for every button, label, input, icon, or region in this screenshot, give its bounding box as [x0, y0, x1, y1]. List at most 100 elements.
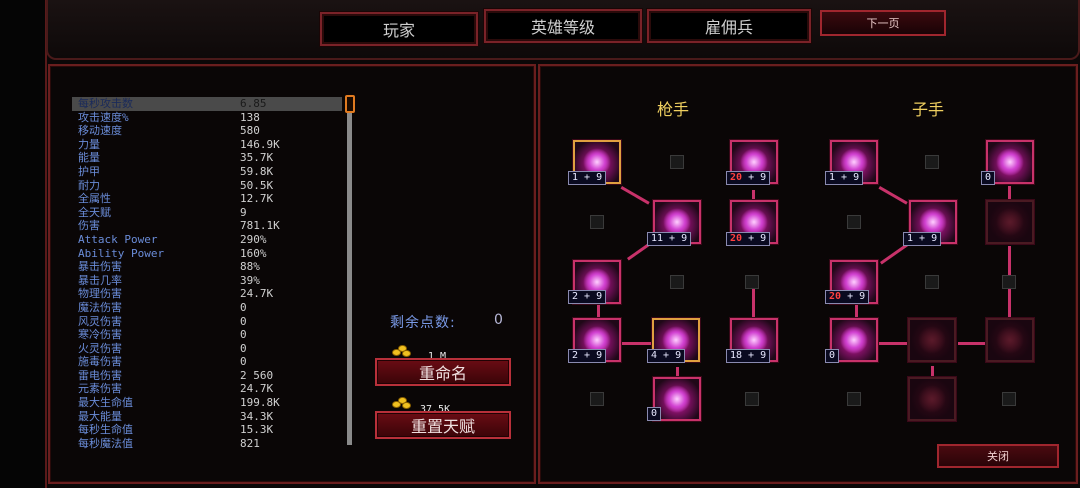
- stat-row[interactable]: 风灵伤害 0: [72, 315, 342, 329]
- empty-talent-slot: [847, 215, 861, 229]
- empty-talent-slot: [590, 215, 604, 229]
- stat-row[interactable]: 暴击伤害 88%: [72, 260, 342, 274]
- reset-talents-button[interactable]: 重置天赋: [375, 411, 511, 439]
- bullet-tree-title: 子手: [912, 100, 945, 119]
- stat-name: 暴击几率: [78, 273, 122, 287]
- stat-value: 290%: [240, 232, 267, 246]
- stat-row[interactable]: 全天赋 9: [72, 206, 342, 220]
- stat-row[interactable]: 力量 146.9K: [72, 138, 342, 152]
- talent-level-badge: 20 + 9: [726, 232, 771, 246]
- stat-value: 2 560: [240, 368, 274, 382]
- stat-value: 39%: [240, 273, 260, 287]
- next-page-button[interactable]: 下一页: [820, 10, 946, 36]
- stat-row[interactable]: 最大能量 34.3K: [72, 410, 342, 424]
- empty-talent-slot: [745, 275, 759, 289]
- stat-row[interactable]: 每秒攻击数 6.85: [72, 97, 342, 111]
- stat-row[interactable]: 元素伤害 24.7K: [72, 382, 342, 396]
- talent-node-locked[interactable]: [908, 377, 956, 421]
- talent-level-badge: 1 + 9: [903, 232, 942, 246]
- stat-name: 风灵伤害: [78, 314, 122, 328]
- stat-value: 9: [240, 205, 247, 219]
- empty-talent-slot: [925, 155, 939, 169]
- stat-value: 199.8K: [240, 396, 280, 410]
- remaining-points-label: 剩余点数:: [390, 315, 456, 331]
- tab-hero-level[interactable]: 英雄等级: [484, 9, 642, 43]
- stat-name: 暴击伤害: [78, 260, 122, 274]
- stat-name: 力量: [78, 137, 100, 151]
- stat-value: 35.7K: [240, 151, 274, 165]
- stat-row[interactable]: 护甲 59.8K: [72, 165, 342, 179]
- stat-value: 0: [240, 314, 247, 328]
- talent-level-badge: 2 + 9: [568, 349, 607, 363]
- stat-value: 24.7K: [240, 287, 274, 301]
- stat-value: 0: [240, 328, 247, 342]
- stat-value: 50.5K: [240, 178, 274, 192]
- stat-row[interactable]: 每秒生命值 15.3K: [72, 423, 342, 437]
- stat-name: 最大生命值: [78, 396, 133, 410]
- stat-value: 34.3K: [240, 409, 274, 423]
- stat-value: 6.85: [240, 97, 267, 110]
- talent-level-badge: 2 + 9: [568, 290, 607, 304]
- stat-name: 每秒生命值: [78, 423, 133, 437]
- coin-icon: [392, 345, 412, 357]
- stat-row[interactable]: 移动速度 580: [72, 124, 342, 138]
- empty-talent-slot: [1002, 275, 1016, 289]
- close-button[interactable]: 关闭: [937, 444, 1059, 468]
- empty-talent-slot: [745, 392, 759, 406]
- stat-value: 15.3K: [240, 423, 274, 437]
- talent-node-locked[interactable]: [908, 318, 956, 362]
- stat-row[interactable]: Attack Power 290%: [72, 233, 342, 247]
- talent-node-locked[interactable]: [986, 200, 1034, 244]
- gunner-tree-title: 枪手: [657, 100, 690, 119]
- rename-button[interactable]: 重命名: [375, 358, 511, 386]
- stat-row[interactable]: 雷电伤害 2 560: [72, 369, 342, 383]
- talent-level-badge: 1 + 9: [825, 171, 864, 185]
- stat-row[interactable]: 魔法伤害 0: [72, 301, 342, 315]
- stat-row[interactable]: 寒冷伤害 0: [72, 328, 342, 342]
- stat-name: Attack Power: [78, 232, 158, 246]
- stat-value: 580: [240, 124, 260, 138]
- scrollbar-thumb[interactable]: [345, 95, 355, 113]
- stat-name: 每秒攻击数: [78, 97, 133, 110]
- stat-name: 寒冷伤害: [78, 328, 122, 342]
- stat-row[interactable]: 火灵伤害 0: [72, 342, 342, 356]
- stats-list[interactable]: 每秒攻击数 6.85 攻击速度% 138 移动速度 580 力量 146.9K 能量 35.7K 护…: [72, 97, 342, 450]
- talent-level-badge: 18 + 9: [726, 349, 771, 363]
- stat-name: 能量: [78, 151, 100, 165]
- stat-value: 138: [240, 110, 260, 124]
- scrollbar-track[interactable]: [347, 97, 352, 445]
- stat-row[interactable]: 全属性 12.7K: [72, 192, 342, 206]
- stat-row[interactable]: 耐力 50.5K: [72, 179, 342, 193]
- stat-value: 24.7K: [240, 382, 274, 396]
- stat-row[interactable]: 每秒魔法值 821: [72, 437, 342, 451]
- stat-row[interactable]: 能量 35.7K: [72, 151, 342, 165]
- stat-value: 160%: [240, 246, 267, 260]
- stat-value: 781.1K: [240, 219, 280, 233]
- stat-name: 每秒魔法值: [78, 436, 133, 450]
- stat-value: 146.9K: [240, 137, 280, 151]
- talent-level-badge: 0: [647, 407, 662, 421]
- stat-row[interactable]: 伤害 781.1K: [72, 219, 342, 233]
- stat-row[interactable]: 施毒伤害 0: [72, 355, 342, 369]
- stat-row[interactable]: 最大生命值 199.8K: [72, 396, 342, 410]
- stat-name: Ability Power: [78, 246, 165, 260]
- tab-player[interactable]: 玩家: [320, 12, 478, 46]
- stat-row[interactable]: 物理伤害 24.7K: [72, 287, 342, 301]
- stat-name: 雷电伤害: [78, 368, 122, 382]
- stat-name: 攻击速度%: [78, 110, 129, 124]
- talent-level-badge: 4 + 9: [647, 349, 686, 363]
- stat-row[interactable]: 暴击几率 39%: [72, 274, 342, 288]
- empty-talent-slot: [590, 392, 604, 406]
- talent-node-locked[interactable]: [986, 318, 1034, 362]
- talent-level-badge: 11 + 9: [647, 232, 692, 246]
- stat-name: 全天赋: [78, 205, 111, 219]
- talent-level-badge: 0: [981, 171, 996, 185]
- tab-mercenary[interactable]: 雇佣兵: [647, 9, 811, 43]
- stat-name: 施毒伤害: [78, 355, 122, 369]
- stat-name: 魔法伤害: [78, 300, 122, 314]
- coin-icon: [392, 397, 412, 409]
- stat-row[interactable]: 攻击速度% 138: [72, 111, 342, 125]
- stat-row[interactable]: Ability Power 160%: [72, 247, 342, 261]
- stat-value: 0: [240, 341, 247, 355]
- stat-value: 821: [240, 436, 260, 450]
